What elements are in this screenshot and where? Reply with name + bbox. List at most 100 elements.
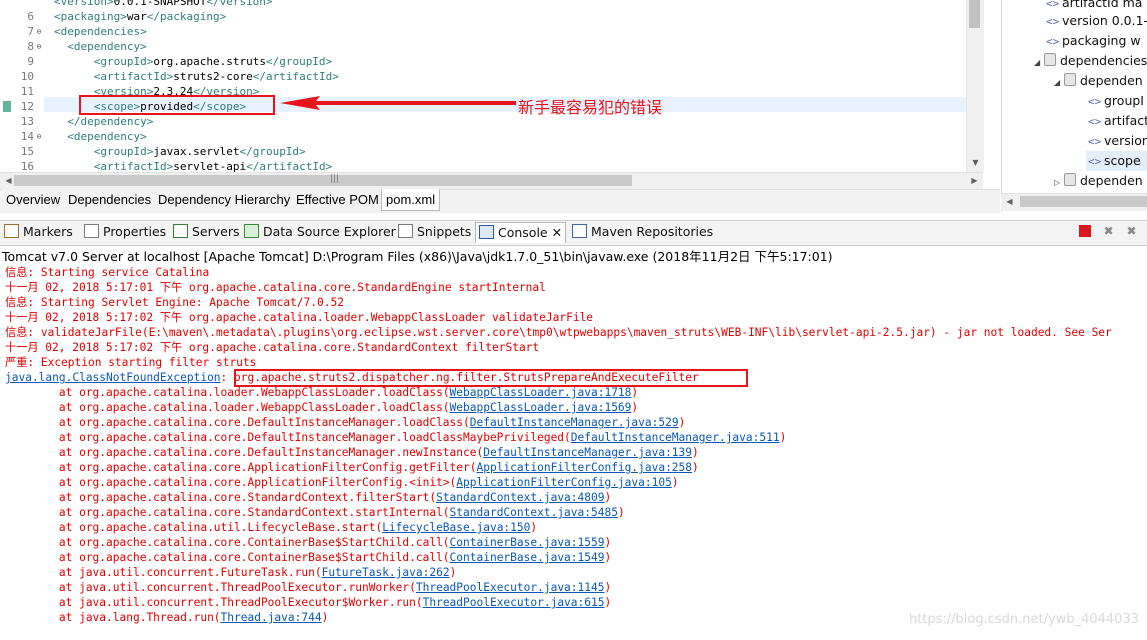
stack-trace-link[interactable]: java.lang.ClassNotFoundException [5, 371, 221, 384]
xml-element-icon: <> [1088, 155, 1102, 168]
xml-element-icon: <> [1046, 15, 1060, 28]
outline-item[interactable]: <> artifact [1088, 111, 1147, 131]
code-line[interactable]: <artifactId>struts2-core</artifactId> [54, 69, 339, 84]
collapse-arrow-icon[interactable]: ▷ [1054, 173, 1064, 193]
tab-properties[interactable]: Properties [84, 222, 166, 242]
terminate-button[interactable] [1079, 225, 1091, 237]
outline-item[interactable]: <> version 0.0.1- [1046, 11, 1147, 31]
line-number: 11 [20, 85, 34, 98]
code-line[interactable]: <version>0.0.1-SNAPSHOT</version> [54, 0, 273, 9]
outline-scroll-thumb[interactable] [1020, 196, 1147, 207]
console-line: at org.apache.catalina.core.DefaultInsta… [5, 416, 686, 429]
data-source-icon [244, 224, 259, 238]
outline-item[interactable]: ◢ dependen [1054, 71, 1143, 91]
tab-markers[interactable]: Markers [4, 222, 73, 242]
code-line[interactable]: <groupId>org.apache.struts</groupId> [54, 54, 332, 69]
stack-trace-link[interactable]: DefaultInstanceManager.java:511 [571, 431, 780, 444]
fold-toggle-icon[interactable]: ⊖ [34, 39, 44, 54]
stack-trace-link[interactable]: StandardContext.java:5485 [450, 506, 618, 519]
tab-console[interactable]: Console ✕ [475, 222, 567, 243]
tab-overview[interactable]: Overview [2, 189, 66, 210]
line-number: 9 [27, 55, 34, 68]
line-number: 10 [20, 70, 34, 83]
stack-trace-link[interactable]: ApplicationFilterConfig.java:258 [476, 461, 692, 474]
xml-element-icon: <> [1088, 135, 1102, 148]
stack-trace-link[interactable]: StandardContext.java:4809 [436, 491, 604, 504]
stack-trace-link[interactable]: ApplicationFilterConfig.java:105 [456, 476, 672, 489]
console-line: 信息: Starting service Catalina [5, 266, 210, 279]
code-line[interactable]: <packaging>war</packaging> [54, 9, 226, 24]
stack-trace-link[interactable]: FutureTask.java:262 [322, 566, 450, 579]
annotation-text: 新手最容易犯的错误 [518, 98, 663, 117]
servers-icon [173, 224, 188, 238]
outline-item[interactable]: ▷ dependen [1054, 171, 1143, 191]
xml-node-icon [1064, 173, 1076, 186]
outline-panel: <> artifactId ma <> version 0.0.1- <> packa… [1001, 0, 1147, 212]
stack-trace-link[interactable]: DefaultInstanceManager.java:139 [483, 446, 692, 459]
stack-trace-link[interactable]: Thread.java:744 [221, 611, 322, 624]
console-line: at org.apache.catalina.core.ContainerBas… [5, 551, 612, 564]
console-line: 十一月 02, 2018 5:17:02 下午 org.apache.catal… [5, 311, 594, 324]
fold-toggle-icon[interactable]: ⊖ [34, 129, 44, 144]
line-number-gutter: 6 7 ⊖ 8 ⊖ 9 10 11 12 13 14 ⊖ 15 16 [0, 0, 44, 190]
line-number: 15 [20, 145, 34, 158]
line-number: 6 [27, 10, 34, 23]
outline-item[interactable]: <> packaging w [1046, 31, 1141, 51]
remove-all-terminated-icon[interactable]: ✖ [1124, 224, 1139, 239]
scroll-right-arrow-icon[interactable]: ▶ [966, 176, 983, 185]
stack-trace-link[interactable]: ThreadPoolExecutor.java:615 [423, 596, 605, 609]
stack-trace-link[interactable]: ContainerBase.java:1559 [450, 536, 605, 549]
stack-trace-link[interactable]: ContainerBase.java:1549 [450, 551, 605, 564]
tab-dependencies[interactable]: Dependencies [64, 189, 157, 210]
outline-item[interactable]: <> version [1088, 131, 1147, 151]
code-line[interactable]: <dependency> [54, 39, 146, 54]
code-line[interactable]: <dependency> [54, 129, 146, 144]
outline-item-selected[interactable]: <> scope [1086, 151, 1147, 171]
stack-trace-link[interactable]: WebappClassLoader.java:1718 [450, 386, 632, 399]
remove-launch-icon[interactable]: ✖ [1101, 224, 1116, 239]
scroll-down-arrow-icon[interactable]: ▼ [967, 158, 984, 167]
editor-vertical-scroll-thumb[interactable] [969, 0, 980, 28]
tab-maven-repositories[interactable]: Maven Repositories [572, 222, 713, 242]
console-line: at java.util.concurrent.ThreadPoolExecut… [5, 596, 612, 609]
stack-trace-link[interactable]: DefaultInstanceManager.java:529 [470, 416, 679, 429]
change-marker-icon [3, 101, 11, 112]
properties-icon [84, 224, 99, 238]
maven-repositories-icon [572, 224, 587, 238]
xml-node-icon [1064, 73, 1076, 86]
fold-toggle-icon[interactable]: ⊖ [34, 24, 44, 39]
tab-data-source-explorer[interactable]: Data Source Explorer [244, 222, 396, 242]
tab-effective-pom[interactable]: Effective POM [292, 189, 384, 210]
annotation-arrow-icon [280, 96, 516, 110]
line-number [0, 0, 44, 9]
line-number: 12 [0, 99, 44, 114]
editor-horizontal-scroll-thumb[interactable] [14, 175, 632, 186]
console-icon [479, 225, 494, 239]
xml-element-icon: <> [1088, 95, 1102, 108]
code-line[interactable]: <groupId>javax.servlet</groupId> [54, 144, 306, 159]
tab-pom-xml[interactable]: pom.xml [381, 189, 441, 211]
console-line: at java.util.concurrent.ThreadPoolExecut… [5, 581, 612, 594]
outline-item[interactable]: <> groupI [1088, 91, 1144, 111]
stack-trace-link[interactable]: WebappClassLoader.java:1569 [450, 401, 632, 414]
xml-node-icon [1044, 53, 1056, 66]
expand-arrow-icon[interactable]: ◢ [1034, 53, 1044, 73]
exception-highlight-box [234, 369, 748, 387]
stack-trace-link[interactable]: ThreadPoolExecutor.java:1145 [416, 581, 605, 594]
outline-item[interactable]: ◢ dependencies [1034, 51, 1147, 71]
line-number: 14 ⊖ [0, 129, 44, 144]
xml-element-icon: <> [1046, 35, 1060, 48]
tab-servers[interactable]: Servers [173, 222, 240, 242]
stack-trace-link[interactable]: LifecycleBase.java:150 [382, 521, 530, 534]
tab-dependency-hierarchy[interactable]: Dependency Hierarchy [154, 189, 296, 210]
console-process-title: Tomcat v7.0 Server at localhost [Apache … [2, 249, 833, 264]
code-line[interactable]: <dependencies> [54, 24, 147, 39]
snippets-icon [398, 224, 413, 238]
tab-snippets[interactable]: Snippets [398, 222, 471, 242]
console-line: at org.apache.catalina.core.ApplicationF… [5, 461, 699, 474]
console-line: at org.apache.catalina.loader.WebappClas… [5, 401, 639, 414]
expand-arrow-icon[interactable]: ◢ [1054, 73, 1064, 93]
scroll-grip: ||| [330, 174, 340, 184]
code-line[interactable]: </dependency> [54, 114, 153, 129]
scroll-left-arrow-icon[interactable]: ◀ [1001, 197, 1018, 206]
